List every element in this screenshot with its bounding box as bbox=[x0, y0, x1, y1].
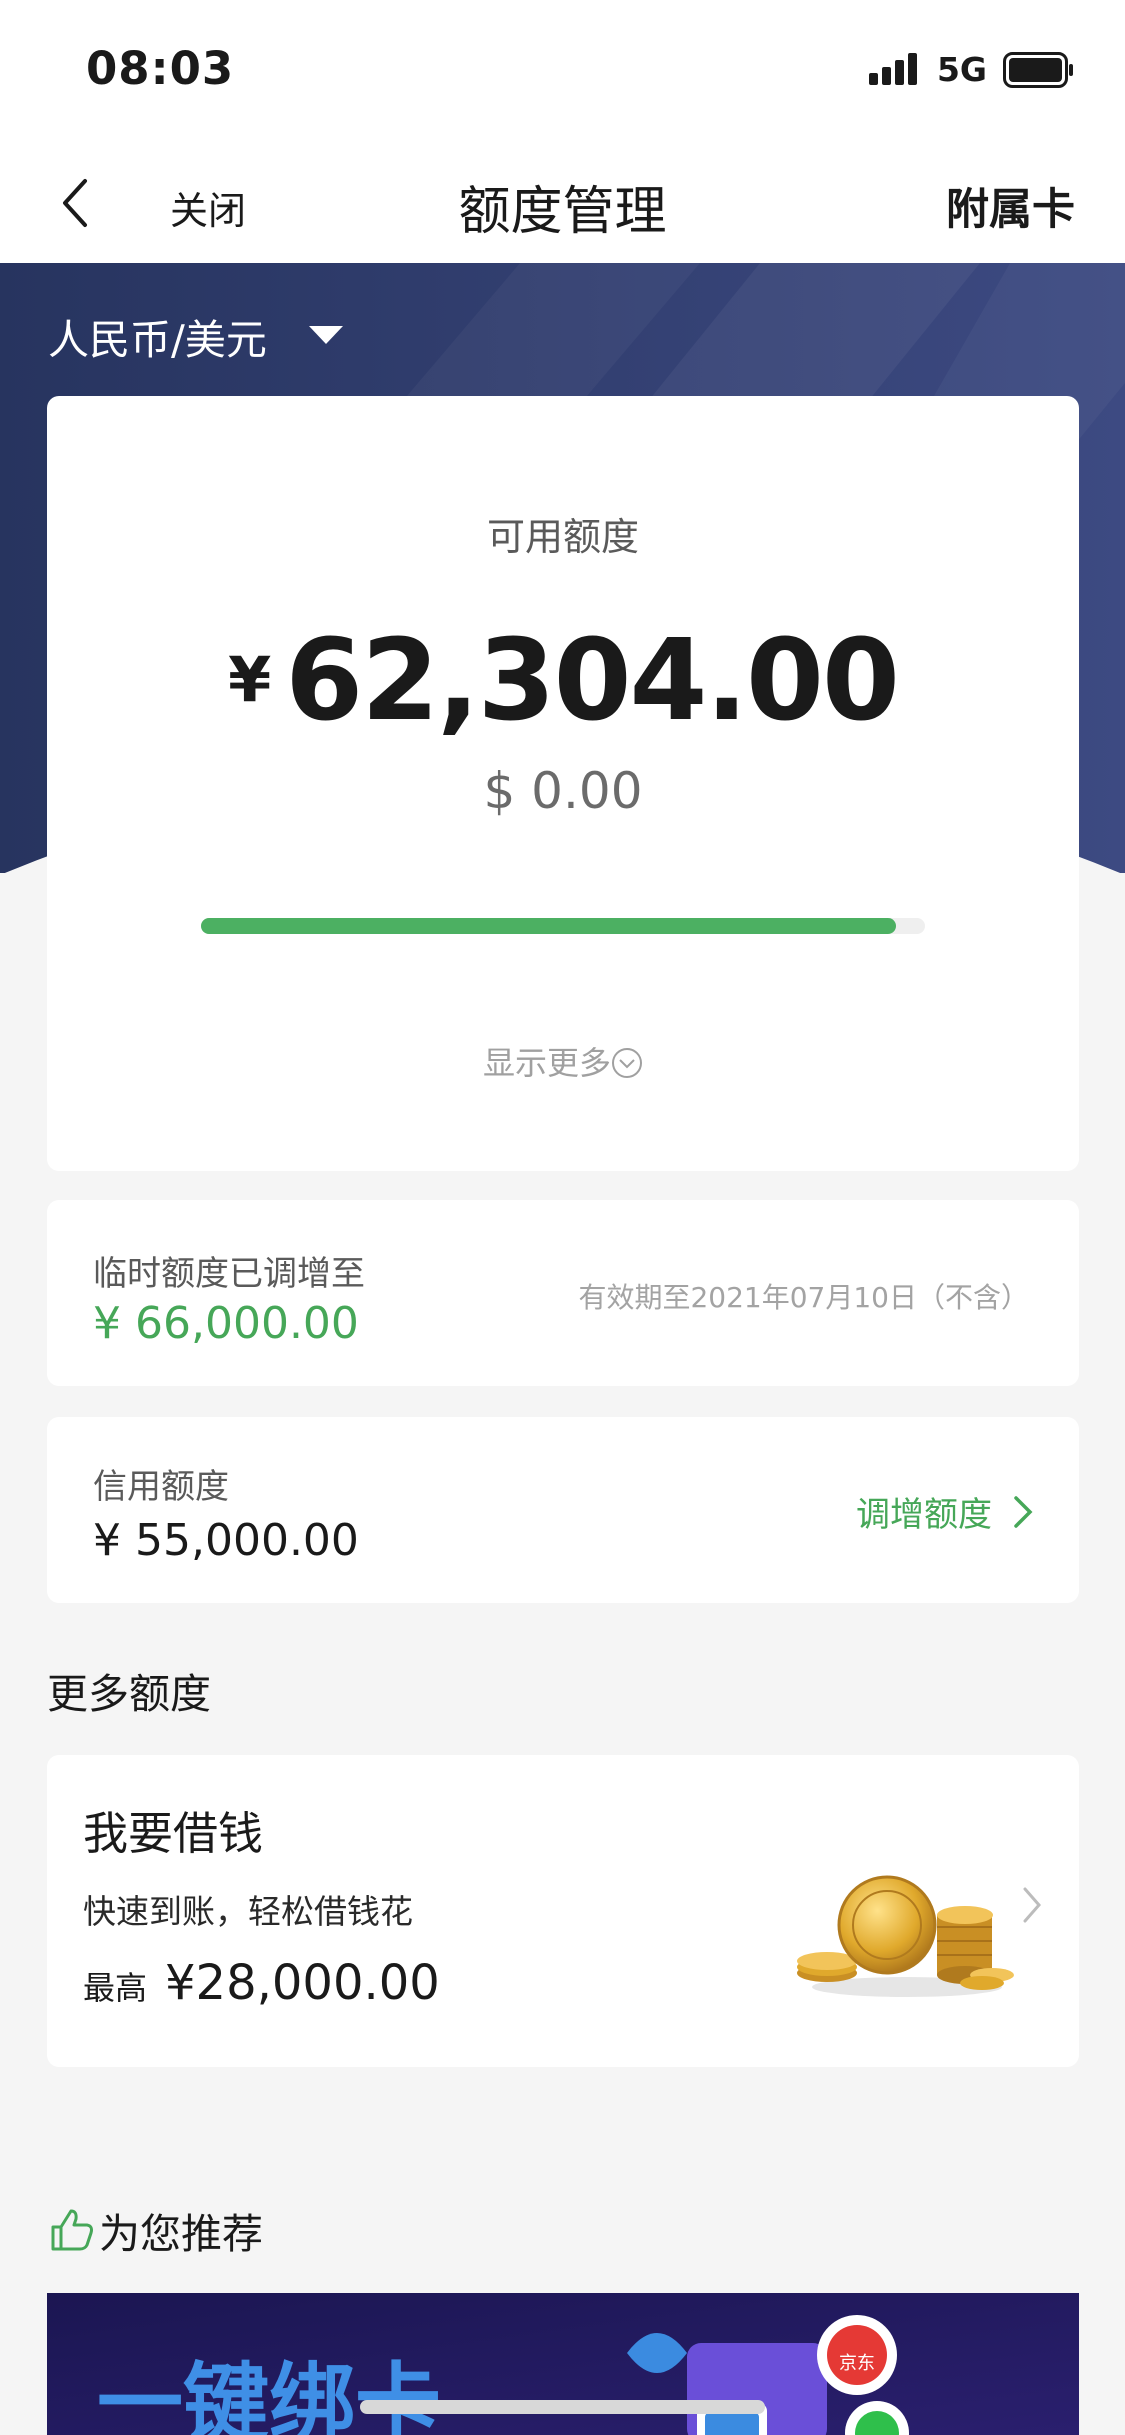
available-limit-label: 可用额度 bbox=[486, 515, 639, 559]
thumbs-up-icon bbox=[51, 2209, 93, 2251]
borrow-description: 快速到账，轻松借钱花 bbox=[83, 1892, 413, 1931]
signal-icon bbox=[868, 52, 917, 85]
available-limit-amount: ¥62,304.00 bbox=[47, 616, 1079, 746]
show-more-label: 显示更多 bbox=[482, 1044, 611, 1082]
banner-logo-text: 京东 bbox=[839, 2353, 875, 2374]
chevron-right-icon bbox=[1023, 1887, 1041, 1923]
chevron-down-circle-icon bbox=[612, 1048, 642, 1078]
usd-amount: $ 0.00 bbox=[483, 762, 643, 820]
borrow-max: 最高 ¥28,000.00 bbox=[83, 1955, 440, 2011]
available-limit-card: 可用额度 ¥62,304.00 $ 0.00 显示更多 bbox=[47, 396, 1079, 1171]
nav-bar: 关闭 额度管理 附属卡 bbox=[0, 145, 1125, 263]
borrow-max-label: 最高 bbox=[83, 1969, 148, 2007]
temporary-limit-card[interactable]: 临时额度已调增至 ¥ 66,000.00 有效期至2021年07月10日（不含） bbox=[47, 1200, 1079, 1386]
recommend-label: 为您推荐 bbox=[99, 2210, 263, 2258]
borrow-title: 我要借钱 bbox=[83, 1807, 264, 1860]
borrow-money-card[interactable]: 我要借钱 快速到账，轻松借钱花 最高 ¥28,000.00 bbox=[47, 1755, 1079, 2067]
home-indicator bbox=[360, 2400, 765, 2414]
credit-limit-amount: ¥ 55,000.00 bbox=[93, 1515, 359, 1566]
recommend-heading: 为您推荐 bbox=[47, 2200, 263, 2260]
currency-symbol: ¥ bbox=[228, 643, 272, 716]
more-limits-heading: 更多额度 bbox=[47, 1670, 211, 1718]
available-amount-value: 62,304.00 bbox=[285, 616, 900, 746]
dropdown-triangle-icon bbox=[308, 326, 343, 344]
limit-progress-fill bbox=[201, 918, 897, 934]
increase-limit-label: 调增额度 bbox=[856, 1495, 992, 1535]
temporary-limit-validity: 有效期至2021年07月10日（不含） bbox=[578, 1281, 1029, 1314]
status-time: 08:03 bbox=[86, 42, 235, 95]
show-more-button[interactable]: 显示更多 bbox=[47, 1038, 1079, 1084]
battery-icon bbox=[1003, 51, 1073, 88]
temporary-limit-label: 临时额度已调增至 bbox=[93, 1254, 365, 1294]
borrow-max-amount: ¥28,000.00 bbox=[165, 1955, 440, 2011]
status-indicators: 5G bbox=[868, 50, 1075, 89]
credit-limit-card: 信用额度 ¥ 55,000.00 调增额度 bbox=[47, 1417, 1079, 1603]
gold-coins-icon bbox=[797, 1875, 1014, 1997]
status-bar: 08:03 5G bbox=[0, 0, 1125, 145]
banner-text: 一键绑卡 bbox=[97, 2354, 441, 2435]
limit-progress-bar bbox=[201, 918, 925, 934]
supplementary-card-button[interactable]: 附属卡 bbox=[946, 175, 1075, 237]
currency-label: 人民币/美元 bbox=[48, 316, 267, 364]
temporary-limit-amount: ¥ 66,000.00 bbox=[93, 1298, 359, 1349]
increase-limit-button[interactable]: 调增额度 bbox=[856, 1487, 1034, 1536]
currency-selector[interactable]: 人民币/美元 bbox=[48, 306, 343, 366]
network-label: 5G bbox=[936, 50, 987, 89]
chevron-right-icon bbox=[1014, 1495, 1033, 1528]
credit-limit-label: 信用额度 bbox=[93, 1467, 229, 1507]
